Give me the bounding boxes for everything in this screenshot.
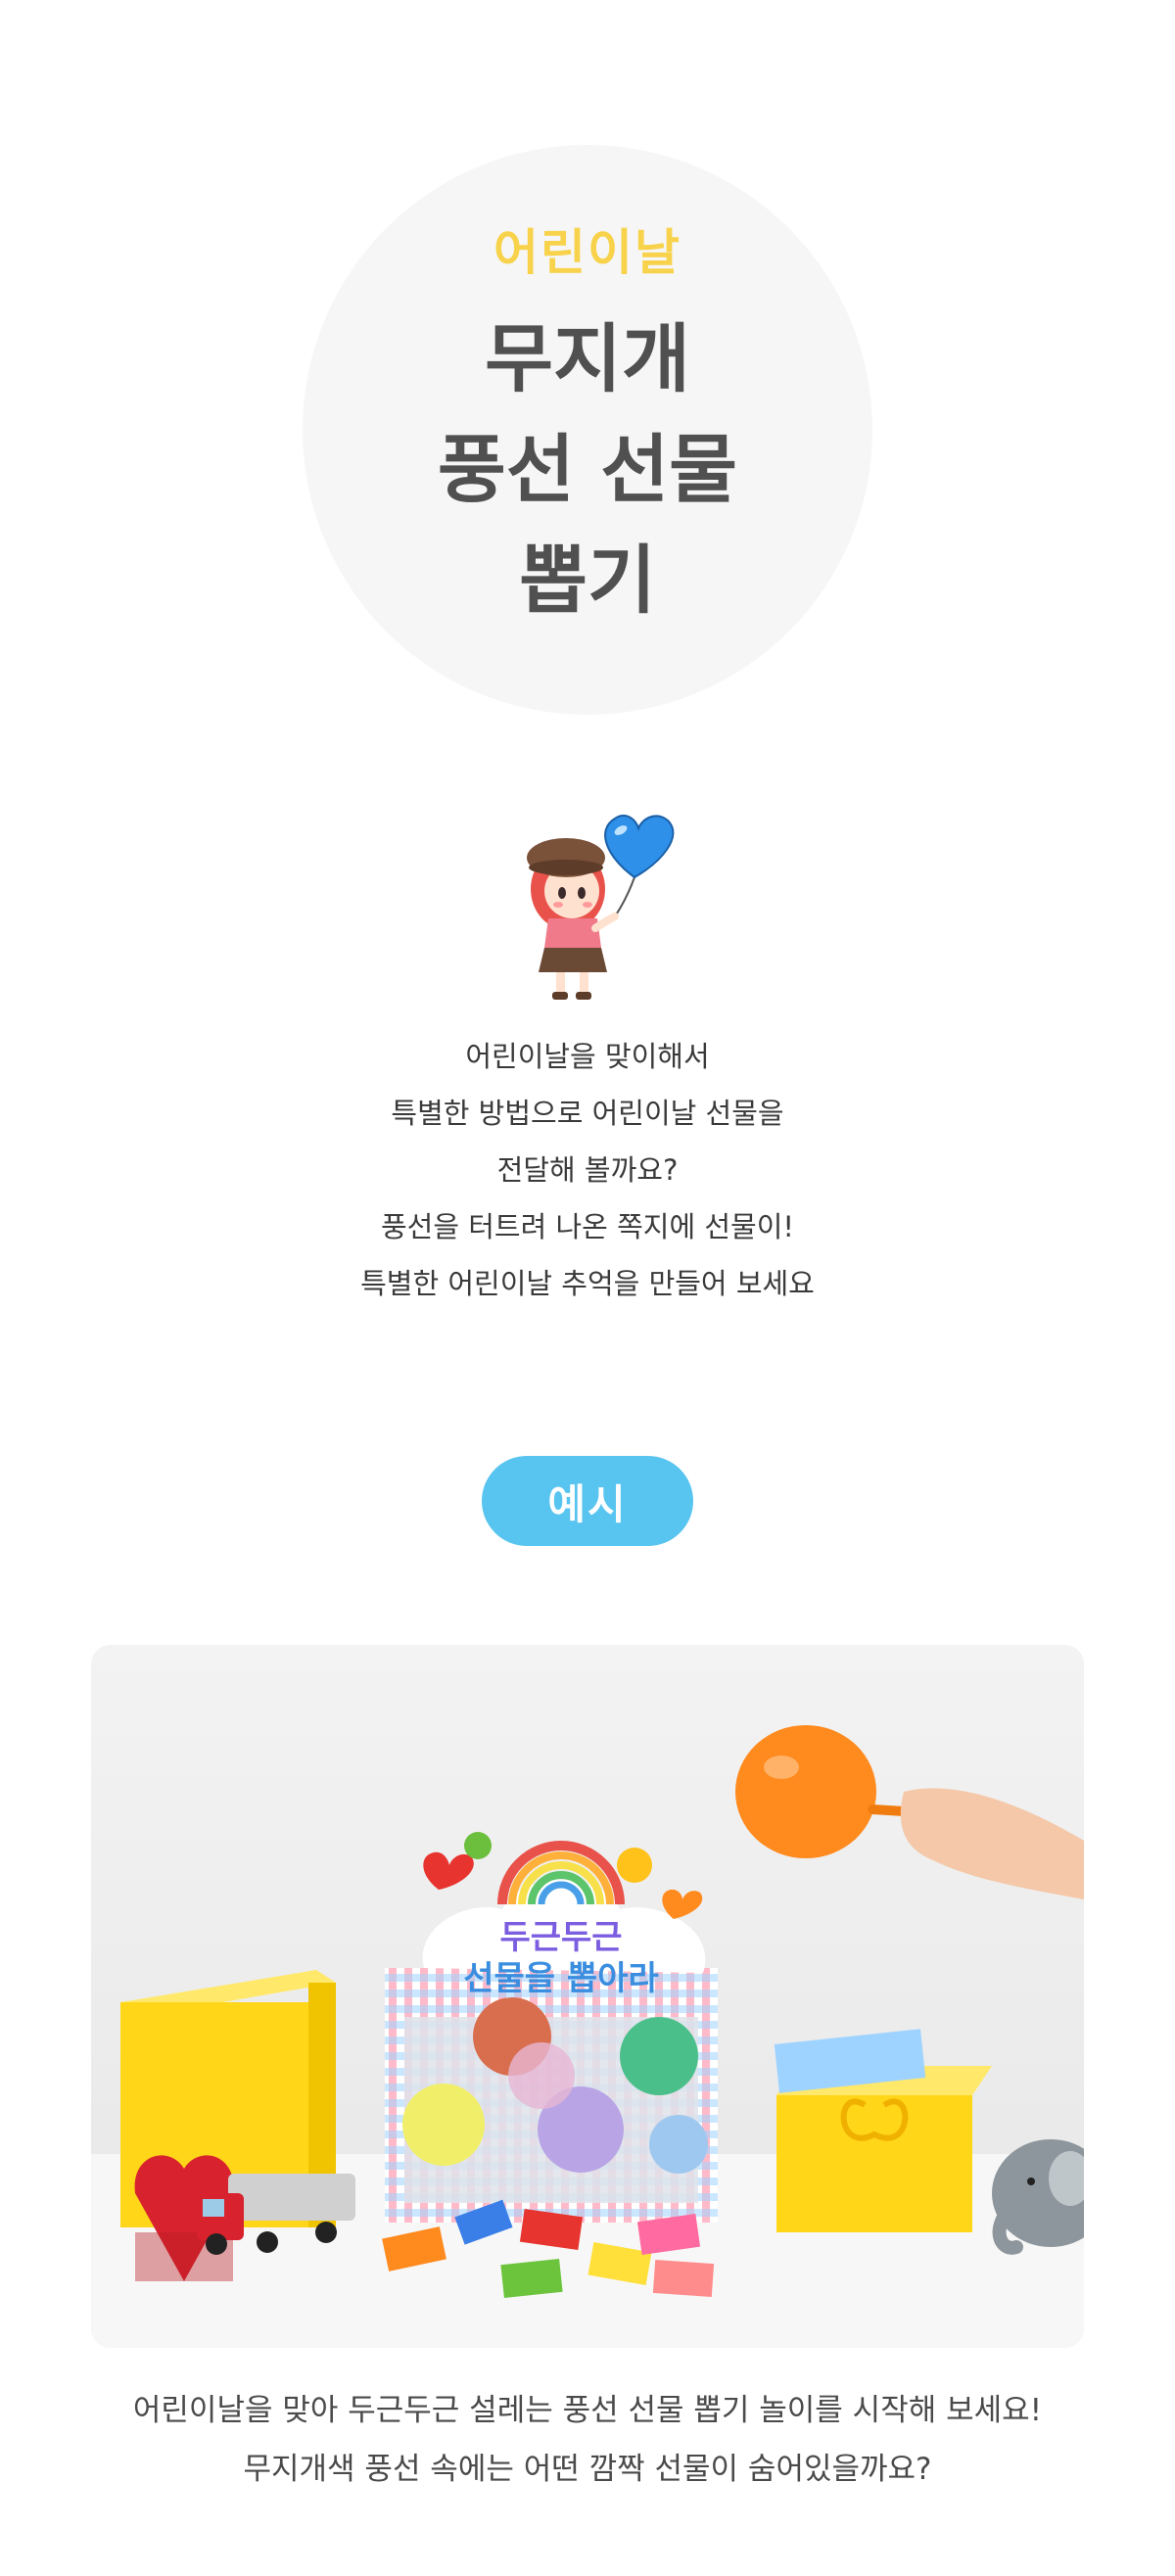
hero-title-line: 무지개 (485, 315, 690, 402)
hero-subtitle: 어린이날 (494, 224, 682, 281)
caption-text: 어린이날을 맞아 두근두근 설레는 풍선 선물 뽑기 놀이를 시작해 보세요! … (0, 2381, 1175, 2499)
intro-line: 전달해 볼까요? (496, 1153, 679, 1187)
intro-text: 어린이날을 맞이해서 특별한 방법으로 어린이날 선물을 전달해 볼까요? 풍선… (0, 1028, 1175, 1312)
intro-line: 특별한 방법으로 어린이날 선물을 (391, 1097, 784, 1130)
intro-line: 풍선을 터트려 나온 쪽지에 선물이! (380, 1210, 795, 1243)
girl-with-balloon-illustration (527, 815, 675, 1000)
sign-text-line2: 선물을 뽑아라 (463, 1959, 659, 1998)
example-badge: 예시 (482, 1456, 693, 1546)
hero-title-line: 뽑기 (519, 537, 656, 624)
hero-title: 무지개 풍선 선물 뽑기 (0, 304, 1175, 635)
caption-line: 무지개색 풍선 속에는 어떤 깜짝 선물이 숨어있을까요? (243, 2452, 932, 2487)
caption-line: 어린이날을 맞아 두근두근 설레는 풍선 선물 뽑기 놀이를 시작해 보세요! (132, 2393, 1043, 2428)
balloon-display-box (385, 1968, 718, 2223)
intro-line: 특별한 어린이날 추억을 만들어 보세요 (360, 1267, 815, 1300)
hero-title-line: 풍선 선물 (437, 426, 738, 513)
sign-text-line1: 두근두근 (499, 1918, 622, 1957)
product-scene: 두근두근 선물을 뽑아라 (91, 1645, 1084, 2348)
product-photo: 두근두근 선물을 뽑아라 (91, 1645, 1084, 2348)
intro-line: 어린이날을 맞이해서 (465, 1040, 710, 1073)
